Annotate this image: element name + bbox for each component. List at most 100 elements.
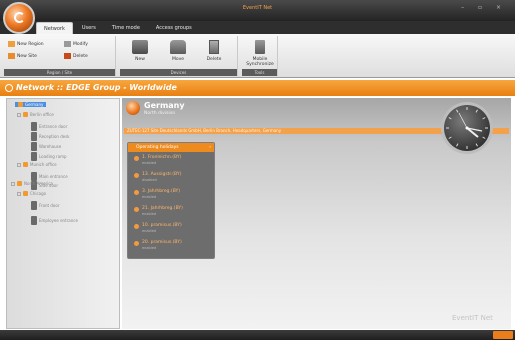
tree-item-main-entrance[interactable]: Main entrance [31,172,68,181]
tree-item-label: Munich office [30,162,57,167]
holiday-bullet-icon [134,224,139,229]
collapse-arrow-icon[interactable]: › [209,143,211,152]
tree-item-reception-desk[interactable]: Reception desk [31,132,70,141]
tree-item-label: Chicago [30,191,47,196]
modify-button[interactable]: Modify [64,41,88,47]
network-tree: Germany Berlin office Entrance door Rece… [6,98,120,329]
tree-item-label: Germany [25,102,44,107]
holiday-status: enabled [142,195,157,199]
holiday-status: enabled [142,161,157,165]
tab-network[interactable]: Network [36,22,73,34]
content-subtitle: North division [144,111,176,116]
delete-device-label: Delete [206,57,222,62]
app-window: EventIT Net – ▫ × Network Users Time mod… [0,0,515,340]
holiday-name: 10. pramisus.(BY) [142,223,182,228]
delete-site-button[interactable]: Delete [64,53,88,59]
sync-icon [255,40,265,54]
ribbon-group-region-site: New Region Modify New Site Delete Region… [4,36,116,76]
holiday-bullet-icon [134,173,139,178]
holiday-bullet-icon [134,207,139,212]
expander-icon [17,112,21,117]
tree-item-label: Berlin office [30,112,54,117]
holiday-status: enabled [142,246,157,250]
region-icon [18,102,23,107]
page-header: Network :: EDGE Group - Worldwide [0,80,515,96]
title-bar: EventIT Net – ▫ × [0,0,515,21]
content-title: Germany [144,101,185,110]
group-label-devices: Devices [120,69,237,76]
holiday-bullet-icon [134,156,139,161]
door-device-icon [31,142,37,151]
holiday-bullet-icon [134,241,139,246]
tree-item-label: Loading ramp [39,154,67,159]
window-controls[interactable]: – ▫ × [461,4,507,11]
tree-item-label: Front door [39,203,60,208]
device-icon [132,40,148,54]
region-icon [17,181,22,186]
tab-access-groups[interactable]: Access groups [149,22,199,34]
ribbon-group-tools: Mobile Synchronize Tools [242,36,278,76]
expander-icon [17,162,21,167]
tree-item-munich-office[interactable]: Munich office [17,162,57,167]
new-device-label: New [135,57,145,62]
holiday-status: disabled [142,178,157,182]
new-device-button[interactable]: New [128,40,152,62]
content-area: Germany North division ZUTEC-127 Site De… [122,98,511,329]
status-indicator [493,331,513,339]
tree-item-chicago[interactable]: Chicago [17,191,46,196]
tree-item-label: Warehouse [39,144,62,149]
trash-icon [209,40,219,54]
tree-item-berlin-office[interactable]: Berlin office [17,112,54,117]
mobile-synchronize-button[interactable]: Mobile Synchronize [244,40,276,67]
network-icon [5,84,13,92]
holiday-name: 20. pramisus.(BY) [142,240,182,245]
tree-item-north-america[interactable]: North America [11,181,53,186]
holiday-bullet-icon [134,190,139,195]
site-icon [23,162,28,167]
tree-item-loading-ramp[interactable]: Loading ramp [31,152,67,161]
application-menu-button[interactable] [3,2,35,34]
new-site-button[interactable]: New Site [8,53,37,59]
clock-icon [441,102,493,154]
group-label-tools: Tools [242,69,277,76]
ribbon: New Region Modify New Site Delete Region… [0,34,515,78]
move-icon [170,40,186,54]
group-label-region-site: Region / Site [4,69,115,76]
mobile-synchronize-label: Mobile Synchronize [246,57,274,67]
holidays-panel-title: Operating holidays [136,145,179,150]
status-bar [0,330,515,340]
tree-item-label: Employee entrance [39,218,78,223]
tree-item-entrance-door[interactable]: Entrance door [31,122,67,131]
move-device-label: Move [171,57,185,62]
door-device-icon [31,152,37,161]
app-logo-icon [14,12,25,23]
tree-item-label: Reception desk [39,134,70,139]
door-device-icon [31,201,37,210]
new-site-label: New Site [17,53,37,59]
tab-time-mode[interactable]: Time mode [105,22,147,34]
tree-item-germany[interactable]: Germany [15,102,47,107]
tree-item-label: Entrance door [39,124,68,129]
modify-label: Modify [73,41,88,47]
tree-item-warehouse[interactable]: Warehouse [31,142,61,151]
expander-icon [11,181,15,186]
move-device-button[interactable]: Move [166,40,190,62]
holiday-name: 21. Jahrhbreg.(BY) [142,206,183,211]
tree-item-front-door[interactable]: Front door [31,201,59,210]
door-device-icon [31,216,37,225]
ribbon-tabs: Network Users Time mode Access groups [36,22,199,34]
holiday-name: 13. Aussigstr.(BY) [142,172,182,177]
holidays-panel-header[interactable]: Operating holidays › [128,143,214,152]
delete-device-button[interactable]: Delete [202,40,226,62]
expander-icon [17,191,21,196]
door-device-icon [31,122,37,131]
tree-item-label: North America [24,181,53,186]
page-title: Network :: EDGE Group - Worldwide [16,83,177,92]
tree-item-employee-entrance[interactable]: Employee entrance [31,216,78,225]
holidays-panel: Operating holidays › 1. Fronleichn.(BY) … [127,142,215,259]
door-device-icon [31,132,37,141]
tab-users[interactable]: Users [75,22,103,34]
site-icon [23,191,28,196]
site-icon [8,53,15,59]
new-region-button[interactable]: New Region [8,41,44,47]
